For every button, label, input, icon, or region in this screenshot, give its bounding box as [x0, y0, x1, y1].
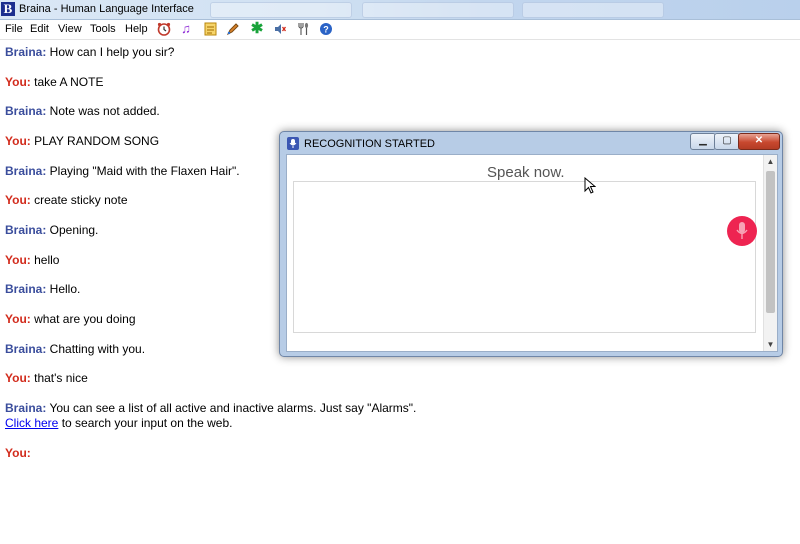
message-text: Opening.	[46, 223, 98, 237]
message-text: How can I help you sir?	[46, 45, 174, 59]
conversation-line: You: hello	[5, 253, 59, 267]
background-tab	[362, 2, 514, 18]
menu-view[interactable]: View	[58, 23, 82, 35]
conversation-line: You: that's nice	[5, 371, 88, 385]
input-prompt[interactable]: You:	[5, 446, 31, 460]
speak-now-label: Speak now.	[487, 164, 565, 181]
message-text: take A NOTE	[31, 75, 104, 89]
microphone-icon	[287, 137, 299, 150]
maximize-button[interactable]: ▢	[714, 133, 740, 150]
search-line: Click here to search your input on the w…	[5, 416, 232, 430]
sticky-note-icon[interactable]	[202, 21, 218, 37]
speaker-label: Braina:	[5, 342, 46, 356]
mic-button[interactable]	[727, 216, 757, 246]
conversation-line: You: create sticky note	[5, 193, 128, 207]
conversation-line: You: PLAY RANDOM SONG	[5, 134, 159, 148]
conversation-line: You: what are you doing	[5, 312, 136, 326]
message-text: hello	[31, 253, 60, 267]
help-icon[interactable]: ?	[318, 21, 334, 37]
background-tab	[210, 2, 352, 18]
message-text: create sticky note	[31, 193, 128, 207]
message-text: what are you doing	[31, 312, 136, 326]
scrollbar-thumb[interactable]	[766, 171, 775, 313]
speaker-label: You:	[5, 253, 31, 267]
braina-logo-icon: B	[1, 2, 15, 16]
microphone-icon	[735, 221, 749, 241]
speaker-label: You:	[5, 75, 31, 89]
message-text: Note was not added.	[46, 104, 159, 118]
message-text: that's nice	[31, 371, 88, 385]
minimize-button[interactable]: ▁	[690, 133, 716, 150]
music-note-icon[interactable]: ♫	[178, 21, 194, 37]
conversation-line: Braina: Note was not added.	[5, 104, 160, 118]
speaker-label: Braina:	[5, 104, 46, 118]
conversation-line: You: take A NOTE	[5, 75, 103, 89]
menu-edit[interactable]: Edit	[30, 23, 49, 35]
speaker-label: Braina:	[5, 223, 46, 237]
speaker-label: You:	[5, 193, 31, 207]
speaker-label: You:	[5, 371, 31, 385]
star-shape-icon[interactable]: ✱	[249, 21, 265, 37]
menu-file[interactable]: File	[5, 23, 23, 35]
title-bar: B Braina - Human Language Interface	[0, 0, 800, 20]
search-line-text: to search your input on the web.	[58, 416, 232, 430]
speaker-label: Braina:	[5, 164, 46, 178]
scroll-up-arrow-icon[interactable]: ▲	[764, 155, 777, 168]
message-text: Chatting with you.	[46, 342, 145, 356]
recognition-window[interactable]: RECOGNITION STARTED ▁ ▢ ✕ Speak now. ▲ ▼	[279, 131, 783, 357]
recognition-text-area[interactable]	[293, 181, 756, 333]
mouse-cursor-icon	[584, 177, 596, 195]
alarm-clock-icon[interactable]	[156, 21, 172, 37]
message-text: You can see a list of all active and ina…	[46, 401, 416, 415]
conversation-line: Braina: Hello.	[5, 282, 80, 296]
background-tab	[522, 2, 664, 18]
recognition-title: RECOGNITION STARTED	[304, 138, 435, 150]
conversation-line: Braina: Playing "Maid with the Flaxen Ha…	[5, 164, 240, 178]
pen-tool-icon[interactable]	[225, 21, 241, 37]
recognition-panel: Speak now. ▲ ▼	[286, 154, 778, 352]
speaker-label: You:	[5, 446, 31, 460]
window-title: Braina - Human Language Interface	[19, 3, 194, 15]
message-text: PLAY RANDOM SONG	[31, 134, 159, 148]
speaker-label: Braina:	[5, 282, 46, 296]
speaker-label: You:	[5, 312, 31, 326]
conversation-line: Braina: Opening.	[5, 223, 98, 237]
svg-text:?: ?	[323, 25, 329, 35]
conversation-line: Braina: How can I help you sir?	[5, 45, 174, 59]
vertical-scrollbar[interactable]: ▲ ▼	[763, 155, 777, 351]
menu-tools[interactable]: Tools	[90, 23, 116, 35]
scroll-down-arrow-icon[interactable]: ▼	[764, 338, 777, 351]
speaker-label: You:	[5, 134, 31, 148]
speaker-label: Braina:	[5, 401, 46, 415]
message-text: Playing "Maid with the Flaxen Hair".	[46, 164, 239, 178]
menu-help[interactable]: Help	[125, 23, 148, 35]
fork-spoon-icon[interactable]	[295, 21, 311, 37]
close-button[interactable]: ✕	[738, 133, 780, 150]
menu-bar: File Edit View Tools Help ♫ ✱ ?	[0, 20, 800, 40]
conversation-line: Braina: You can see a list of all active…	[5, 401, 416, 415]
speaker-label: Braina:	[5, 45, 46, 59]
speaker-mute-icon[interactable]	[272, 21, 288, 37]
message-text: Hello.	[46, 282, 80, 296]
conversation-line: Braina: Chatting with you.	[5, 342, 145, 356]
search-web-link[interactable]: Click here	[5, 416, 58, 430]
